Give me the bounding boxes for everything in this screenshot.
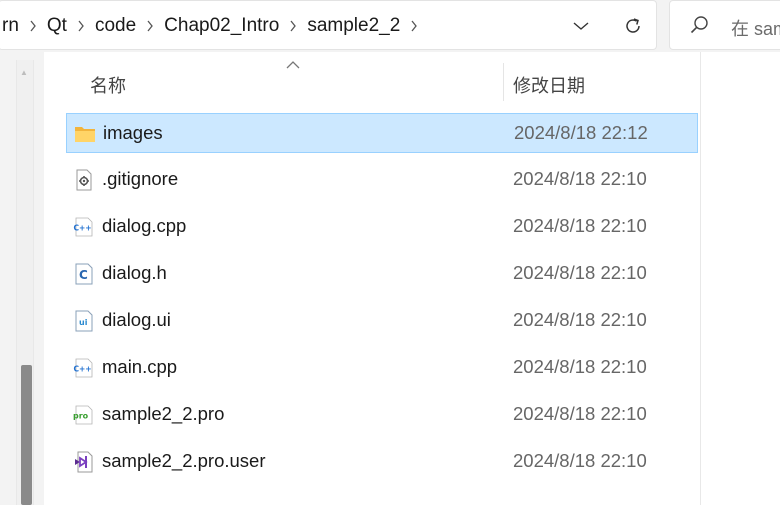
visual-studio-file-icon: [73, 451, 95, 473]
search-placeholder: 在 sam: [731, 19, 780, 39]
c-header-file-icon: C: [73, 263, 95, 285]
file-date-modified: 2024/8/18 22:10: [513, 309, 647, 330]
svg-text:ui: ui: [79, 318, 88, 327]
settings-file-icon: [73, 169, 95, 191]
file-date-modified: 2024/8/18 22:10: [513, 262, 647, 283]
file-date-modified: 2024/8/18 22:10: [513, 356, 647, 377]
file-row[interactable]: Cdialog.h 2024/8/18 22:10: [66, 254, 698, 294]
search-box[interactable]: 在 sam: [669, 0, 780, 50]
folder-icon: [74, 123, 96, 145]
file-name: dialog.ui: [102, 309, 171, 330]
column-header-date-modified[interactable]: 修改日期: [513, 72, 585, 98]
scroll-up-icon[interactable]: ▲: [20, 68, 28, 77]
chevron-down-icon: [573, 22, 589, 30]
address-history-button[interactable]: [564, 10, 598, 42]
svg-text:C++: C++: [74, 224, 92, 233]
file-name: images: [103, 122, 163, 143]
breadcrumb-item-parent[interactable]: rn: [0, 15, 22, 37]
file-name: sample2_2.pro: [102, 403, 225, 424]
cpp-file-icon: C++: [73, 216, 95, 238]
address-bar[interactable]: rn Qt code Chap02_Intro sample2_2: [0, 0, 657, 50]
file-name: main.cpp: [102, 356, 178, 377]
file-row[interactable]: sample2_2.pro.user 2024/8/18 22:10: [66, 442, 698, 482]
svg-text:C++: C++: [74, 365, 92, 374]
column-header-name[interactable]: 名称: [90, 72, 126, 98]
chevron-right-icon[interactable]: [139, 20, 161, 32]
chevron-right-icon[interactable]: [282, 20, 304, 32]
breadcrumb-item-chap02[interactable]: Chap02_Intro: [161, 15, 282, 37]
details-pane-edge: [700, 52, 780, 505]
file-row[interactable]: images 2024/8/18 22:12: [66, 113, 698, 153]
refresh-icon: [626, 18, 640, 33]
file-row[interactable]: pro sample2_2.pro 2024/8/18 22:10: [66, 395, 698, 435]
file-date-modified: 2024/8/18 22:10: [513, 168, 647, 189]
file-name: dialog.cpp: [102, 215, 187, 236]
file-row[interactable]: .gitignore 2024/8/18 22:10: [66, 160, 698, 200]
chevron-right-icon[interactable]: [22, 20, 44, 32]
breadcrumb-item-current[interactable]: sample2_2: [304, 15, 403, 37]
sort-ascending-icon: [286, 61, 300, 69]
title-toolbar: rn Qt code Chap02_Intro sample2_2 在 sam: [0, 0, 780, 52]
refresh-button[interactable]: [616, 10, 650, 42]
file-row[interactable]: ui dialog.ui 2024/8/18 22:10: [66, 301, 698, 341]
file-date-modified: 2024/8/18 22:12: [514, 122, 648, 143]
search-icon: [690, 16, 708, 34]
file-date-modified: 2024/8/18 22:10: [513, 403, 647, 424]
pro-file-icon: pro: [73, 404, 95, 426]
breadcrumb: rn Qt code Chap02_Intro sample2_2: [0, 1, 425, 51]
chevron-right-icon[interactable]: [403, 20, 425, 32]
file-row[interactable]: C++ main.cpp 2024/8/18 22:10: [66, 348, 698, 388]
breadcrumb-item-code[interactable]: code: [92, 15, 139, 37]
scrollbar-thumb[interactable]: [21, 365, 32, 505]
column-divider[interactable]: [503, 63, 504, 101]
file-date-modified: 2024/8/18 22:10: [513, 450, 647, 471]
file-row[interactable]: C++ dialog.cpp 2024/8/18 22:10: [66, 207, 698, 247]
ui-file-icon: ui: [73, 310, 95, 332]
cpp-file-icon: C++: [73, 357, 95, 379]
file-date-modified: 2024/8/18 22:10: [513, 215, 647, 236]
chevron-right-icon[interactable]: [70, 20, 92, 32]
svg-text:pro: pro: [73, 412, 89, 421]
file-name: sample2_2.pro.user: [102, 450, 266, 471]
file-name: .gitignore: [102, 168, 179, 189]
file-name: dialog.h: [102, 262, 167, 283]
breadcrumb-item-qt[interactable]: Qt: [44, 15, 70, 37]
svg-text:C: C: [79, 268, 88, 282]
